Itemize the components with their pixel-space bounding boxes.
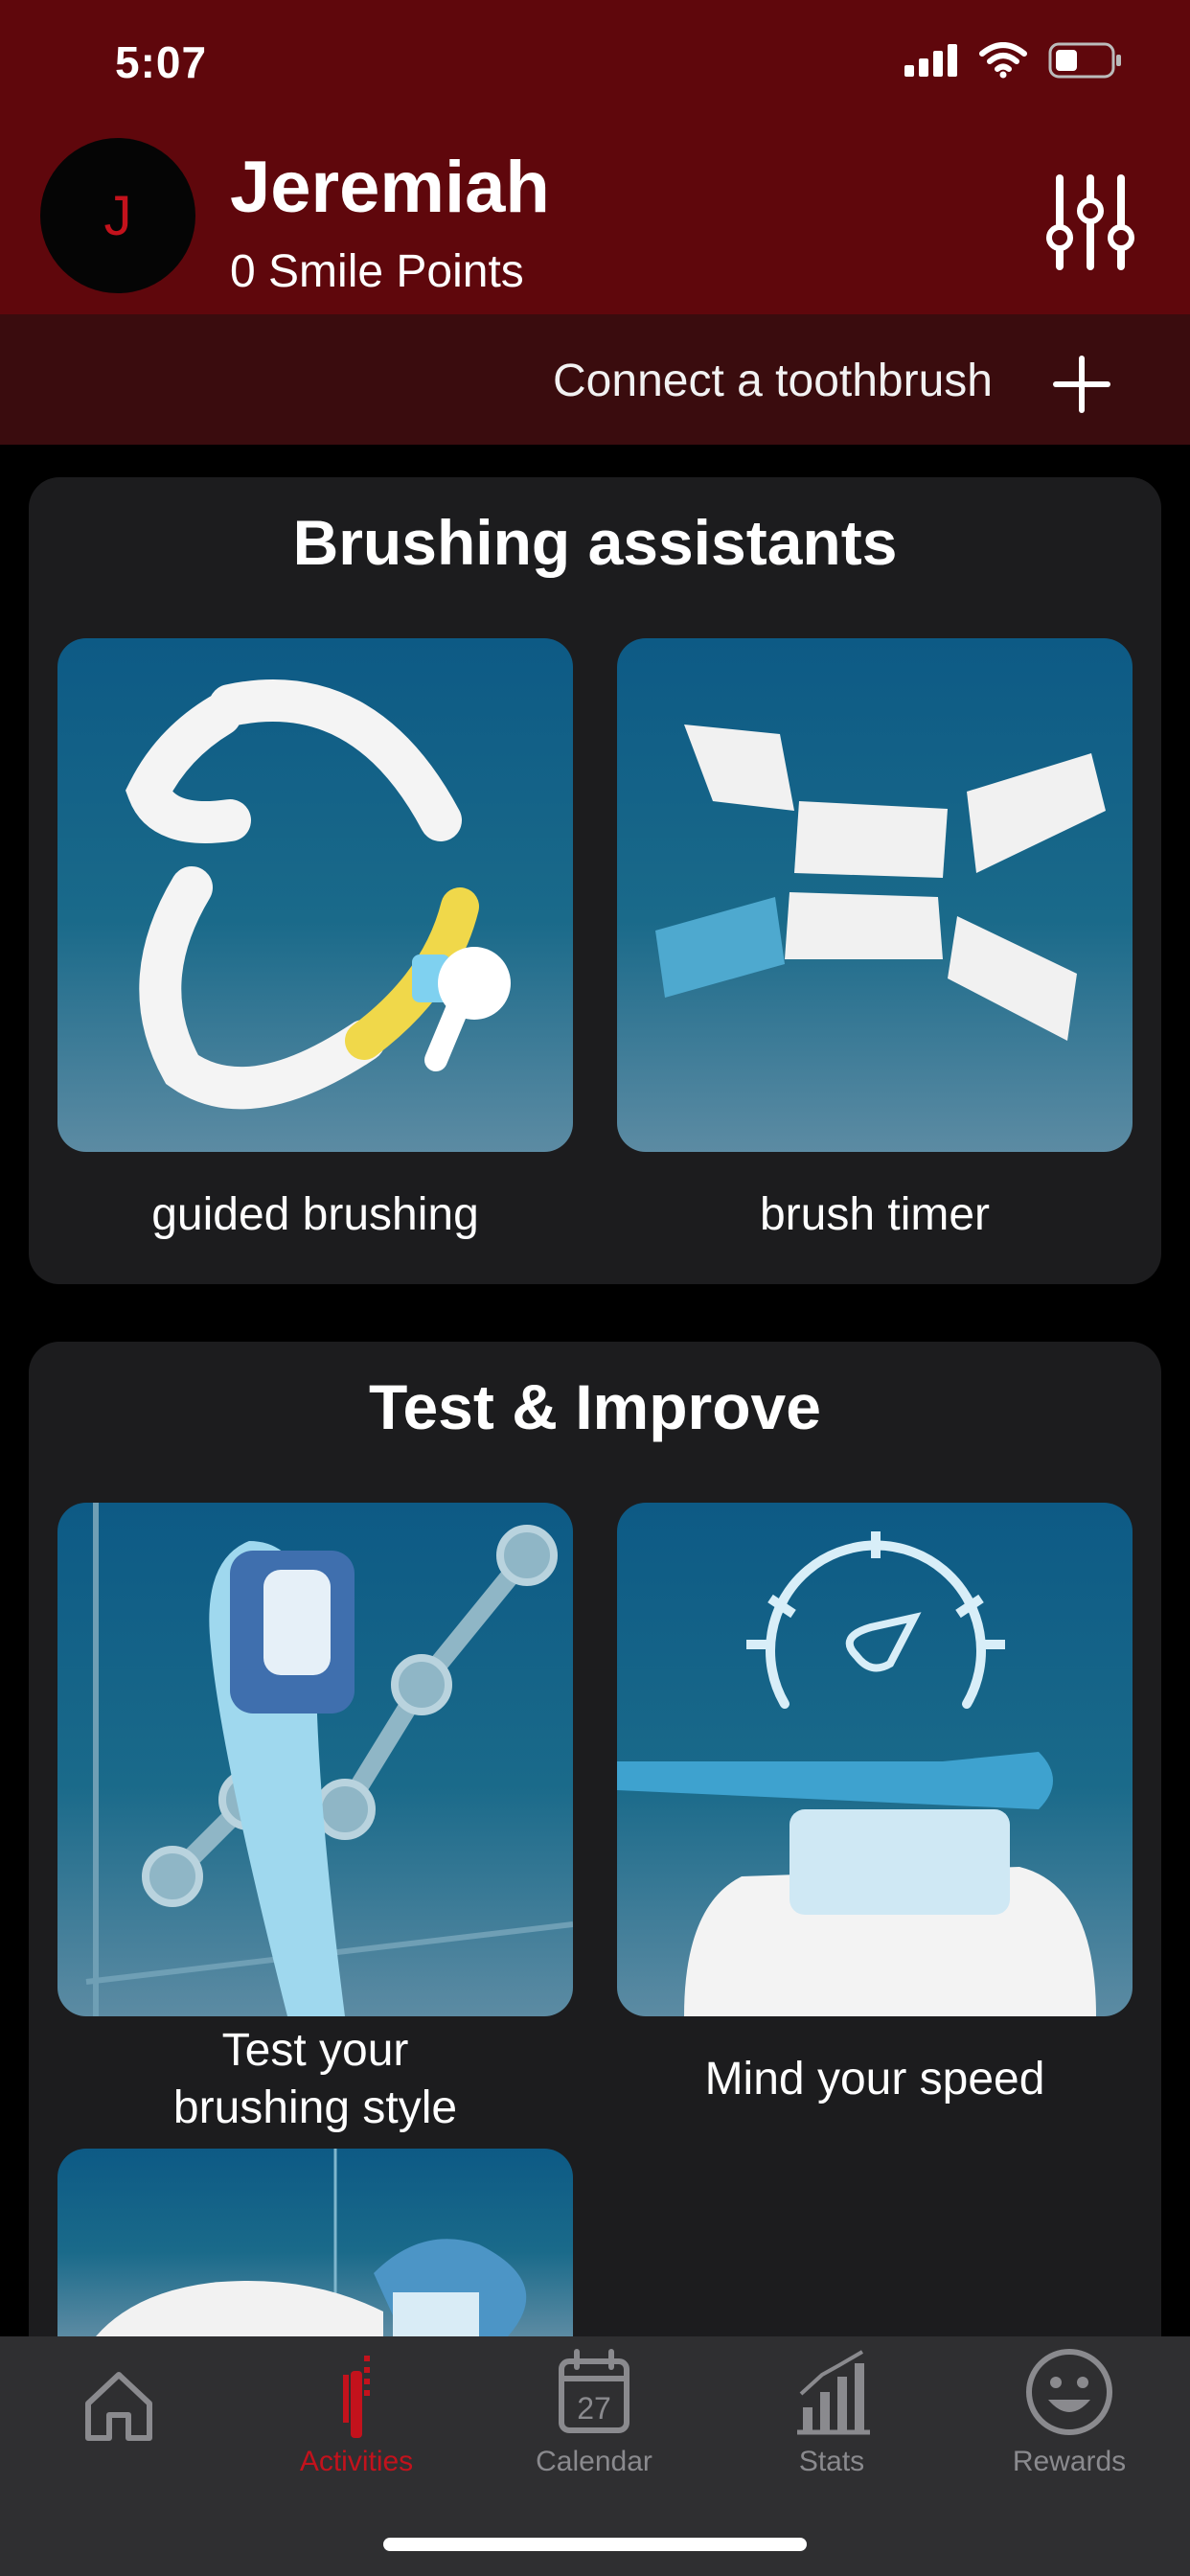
speedometer-illustration [617, 1531, 1096, 2016]
tab-calendar-label: Calendar [536, 2446, 652, 2477]
tab-rewards[interactable]: Rewards [964, 2346, 1175, 2499]
tab-home[interactable] [13, 2346, 224, 2499]
tab-stats-label: Stats [798, 2446, 865, 2477]
brushing-assistants-title: Brushing assistants [292, 507, 898, 578]
brushing-style-tile[interactable] [57, 1503, 573, 2016]
toothbrush-chart-illustration [85, 1503, 573, 2016]
guided-brushing-label[interactable]: guided brushing [57, 1186, 573, 1244]
tab-activities-label: Activities [299, 2446, 414, 2477]
avatar-initial: J [103, 184, 132, 247]
tab-calendar[interactable]: 27 Calendar [489, 2346, 699, 2499]
user-name: Jeremiah [230, 147, 550, 228]
battery-icon [1048, 42, 1121, 79]
mind-speed-label[interactable]: Mind your speed [617, 2051, 1133, 2108]
calendar-icon: 27 [559, 2349, 629, 2433]
mind-speed-tile[interactable] [617, 1503, 1133, 2016]
tab-activities[interactable]: Activities [251, 2346, 462, 2499]
toothbrush-icon [343, 2356, 370, 2438]
connect-toothbrush-label[interactable]: Connect a toothbrush [553, 355, 993, 407]
settings-sliders-icon[interactable] [1044, 174, 1136, 270]
wifi-icon [979, 42, 1027, 79]
cellular-signal-icon [904, 44, 957, 77]
mouth-segments-illustration [655, 724, 1106, 1041]
teeth-arch-illustration [126, 679, 511, 1110]
brush-tooth-illustration [96, 2149, 527, 2336]
brushing-technique-tile[interactable] [57, 2149, 573, 2336]
calendar-day: 27 [577, 2391, 611, 2426]
brush-timer-label[interactable]: brush timer [617, 1186, 1133, 1244]
smiley-icon [1026, 2349, 1112, 2435]
plus-icon[interactable] [1052, 355, 1111, 414]
tab-stats[interactable]: Stats [726, 2346, 937, 2499]
brushing-style-label[interactable]: Test your brushing style [57, 2022, 573, 2137]
home-indicator [383, 2538, 807, 2551]
brushing-style-label-line1: Test your [221, 2025, 409, 2076]
smile-points: 0 Smile Points [230, 246, 524, 297]
brush-timer-tile[interactable] [617, 638, 1133, 1152]
guided-brushing-tile[interactable] [57, 638, 573, 1152]
avatar[interactable]: J [40, 138, 195, 293]
home-icon [85, 2372, 152, 2441]
bar-chart-icon [797, 2350, 870, 2435]
tab-rewards-label: Rewards [1012, 2446, 1127, 2477]
test-improve-title: Test & Improve [369, 1371, 821, 1442]
brushing-style-label-line2: brushing style [172, 2082, 458, 2133]
status-time: 5:07 [115, 37, 208, 87]
status-icons [904, 42, 1123, 79]
